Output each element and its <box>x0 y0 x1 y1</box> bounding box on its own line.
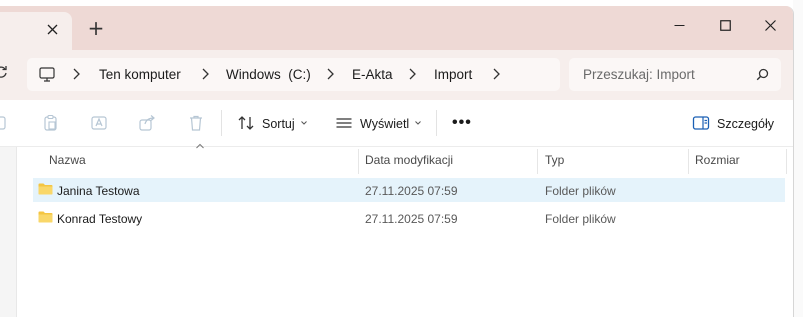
column-header-size[interactable]: Rozmiar <box>695 153 740 167</box>
folder-icon <box>38 183 53 195</box>
command-bar: Sortuj Wyświetl ••• Szczegóły <box>0 100 793 147</box>
minimize-button[interactable] <box>664 12 694 38</box>
sort-button[interactable]: Sortuj <box>262 117 295 131</box>
file-type: Folder plików <box>545 184 616 198</box>
chevron-right-icon[interactable] <box>200 67 210 81</box>
details-pane-icon[interactable] <box>692 114 710 132</box>
file-modified: 27.11.2025 07:59 <box>365 212 458 226</box>
chevron-down-icon <box>415 121 421 125</box>
more-options-button[interactable]: ••• <box>452 114 472 132</box>
column-header-modified[interactable]: Data modyfikacji <box>365 153 453 167</box>
breadcrumb[interactable]: Ten komputer Windows (C:) E-Akta Import <box>27 58 560 91</box>
column-divider[interactable] <box>358 149 359 174</box>
rename-icon[interactable] <box>90 114 108 132</box>
column-header-name[interactable]: Nazwa <box>49 153 86 167</box>
minimize-icon <box>674 24 684 26</box>
column-divider[interactable] <box>688 149 689 174</box>
view-button[interactable]: Wyświetl <box>360 117 409 131</box>
file-row[interactable]: Konrad Testowy 27.11.2025 07:59 Folder p… <box>33 206 785 230</box>
breadcrumb-item-drive-c[interactable]: Windows (C:) <box>226 67 311 82</box>
file-name: Konrad Testowy <box>57 212 143 226</box>
chevron-down-icon <box>301 121 307 125</box>
paste-icon[interactable] <box>42 114 60 132</box>
file-type: Folder plików <box>545 212 616 226</box>
file-row[interactable]: Janina Testowa 27.11.2025 07:59 Folder p… <box>33 178 785 202</box>
chevron-right-icon[interactable] <box>407 67 417 81</box>
address-bar: Ten komputer Windows (C:) E-Akta Import … <box>0 50 793 100</box>
file-explorer-window: + Ten komputer Windows (C:) E-Akta Impor… <box>0 6 794 317</box>
monitor-icon <box>39 67 55 82</box>
details-button[interactable]: Szczegóły <box>717 117 774 131</box>
breadcrumb-item-this-pc[interactable]: Ten komputer <box>99 67 181 82</box>
chevron-right-icon[interactable] <box>491 67 501 81</box>
breadcrumb-item-e-akta[interactable]: E-Akta <box>352 67 393 82</box>
file-name: Janina Testowa <box>57 184 140 198</box>
toolbar-separator <box>221 110 222 136</box>
toolbar-separator <box>436 110 437 136</box>
maximize-button[interactable] <box>710 12 740 38</box>
close-icon <box>47 24 57 34</box>
view-icon[interactable] <box>335 114 353 132</box>
close-window-button[interactable] <box>755 12 785 38</box>
file-modified: 27.11.2025 07:59 <box>365 184 458 198</box>
title-bar: + <box>0 6 793 50</box>
share-icon[interactable] <box>138 114 156 132</box>
delete-icon[interactable] <box>187 114 205 132</box>
folder-icon <box>38 211 53 223</box>
tab-import[interactable] <box>0 12 72 50</box>
refresh-icon[interactable] <box>0 65 8 83</box>
column-header-type[interactable]: Typ <box>545 153 564 167</box>
navigation-pane-edge <box>0 147 17 317</box>
breadcrumb-item-import[interactable]: Import <box>434 67 472 82</box>
close-icon <box>764 19 776 31</box>
chevron-right-icon[interactable] <box>325 67 335 81</box>
background-window-edge <box>793 0 803 317</box>
column-divider[interactable] <box>786 149 787 174</box>
new-tab-button[interactable]: + <box>86 18 106 39</box>
sort-ascending-icon <box>196 143 204 149</box>
file-list: Nazwa Data modyfikacji Typ Rozmiar Janin… <box>0 143 793 317</box>
search-placeholder: Przeszukaj: Import <box>583 67 695 82</box>
column-divider[interactable] <box>537 149 538 174</box>
search-icon <box>756 68 769 81</box>
search-input[interactable]: Przeszukaj: Import <box>569 58 781 91</box>
chevron-right-icon[interactable] <box>71 67 81 81</box>
tab-close-button[interactable] <box>43 20 61 38</box>
maximize-icon <box>719 19 731 31</box>
sort-icon[interactable] <box>237 114 255 132</box>
copy-icon[interactable] <box>0 114 10 132</box>
